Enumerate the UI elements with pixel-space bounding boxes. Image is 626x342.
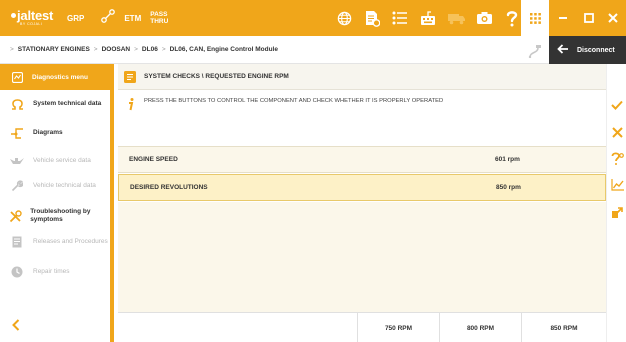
sidebar-item-vehicle-technical-data: Vehicle technical data: [0, 180, 110, 192]
breadcrumb-item-model[interactable]: DL06: [142, 46, 158, 53]
parameter-row[interactable]: ENGINE SPEED 601 rpm: [118, 146, 606, 173]
grid-icon[interactable]: [521, 0, 549, 36]
parameter-value: 601 rpm: [495, 156, 520, 163]
document-settings-icon[interactable]: [360, 0, 384, 36]
link-icon[interactable]: [100, 8, 116, 29]
info-icon: [128, 98, 134, 113]
export-icon[interactable]: [607, 207, 626, 219]
system-checks-icon: [124, 70, 136, 83]
disconnect-label: Disconnect: [577, 46, 615, 54]
sidebar-item-troubleshooting[interactable]: Troubleshooting by symptoms: [0, 208, 110, 224]
breadcrumb-item-system[interactable]: DL06, CAN, Engine Control Module: [170, 46, 278, 53]
breadcrumb-item-brand[interactable]: DOOSAN: [102, 46, 131, 53]
control-buttons-bar: 750 RPM 800 RPM 850 RPM: [118, 312, 606, 342]
top-bar: jaltest BY COJALI GRP ETM PASS THRU: [0, 0, 626, 36]
breadcrumb-item-category[interactable]: STATIONARY ENGINES: [18, 46, 90, 53]
cancel-icon[interactable]: [607, 127, 626, 138]
breadcrumb: > STATIONARY ENGINES > DOOSAN > DL06 > D…: [10, 46, 278, 53]
parameter-name: DESIRED REVOLUTIONS: [130, 184, 208, 191]
clock-icon: [8, 266, 26, 278]
right-toolbar: [606, 64, 626, 342]
parameters-area: [118, 202, 606, 312]
info-text: PRESS THE BUTTONS TO CONTROL THE COMPONE…: [144, 98, 444, 104]
check-icon[interactable]: [607, 100, 626, 110]
sidebar-header[interactable]: Diagnostics menu: [0, 64, 110, 90]
truck-icon[interactable]: [444, 0, 468, 36]
sidebar-item-system-technical-data[interactable]: System technical data: [0, 98, 110, 110]
sidebar-item-vehicle-service-data: Vehicle service data: [0, 156, 110, 166]
close-icon[interactable]: [600, 0, 626, 36]
grp-button[interactable]: GRP: [67, 14, 84, 23]
tools-icon: [8, 209, 23, 223]
panel-header: SYSTEM CHECKS \ REQUESTED ENGINE RPM: [118, 64, 606, 90]
diagram-icon: [8, 127, 26, 139]
sidebar-item-diagrams[interactable]: Diagrams: [0, 127, 110, 139]
wrench-icon: [8, 180, 26, 192]
maximize-icon[interactable]: [576, 0, 602, 36]
connection-status-icon: [528, 44, 542, 63]
pass-thru-button[interactable]: PASS THRU: [150, 11, 168, 25]
chart-icon[interactable]: [607, 179, 626, 191]
globe-icon[interactable]: [332, 0, 356, 36]
sidebar: Diagnostics menu System technical data D…: [0, 64, 114, 342]
jaltest-logo: jaltest BY COJALI: [11, 9, 59, 27]
help-settings-icon[interactable]: [607, 152, 626, 165]
ohm-icon: [8, 98, 26, 110]
rpm-800-button[interactable]: 800 RPM: [440, 313, 522, 342]
list-icon[interactable]: [388, 0, 412, 36]
rpm-850-button[interactable]: 850 RPM: [522, 313, 606, 342]
etm-button[interactable]: ETM: [124, 14, 141, 23]
parameter-name: ENGINE SPEED: [129, 156, 178, 163]
main-panel: SYSTEM CHECKS \ REQUESTED ENGINE RPM PRE…: [118, 64, 606, 342]
oil-can-icon: [8, 156, 26, 166]
parameter-value: 850 rpm: [496, 184, 521, 191]
minimize-icon[interactable]: [550, 0, 576, 36]
sidebar-item-releases-procedures: Releases and Procedures: [0, 236, 110, 248]
disconnect-button[interactable]: Disconnect: [549, 36, 626, 64]
keyboard-icon[interactable]: [416, 0, 440, 36]
info-message: PRESS THE BUTTONS TO CONTROL THE COMPONE…: [118, 90, 606, 146]
camera-icon[interactable]: [472, 0, 496, 36]
rpm-750-button[interactable]: 750 RPM: [358, 313, 440, 342]
sidebar-item-repair-times: Repair times: [0, 266, 110, 278]
diagnostics-icon: [12, 71, 23, 83]
collapse-sidebar-icon[interactable]: [12, 318, 20, 336]
parameter-row-selected[interactable]: DESIRED REVOLUTIONS 850 rpm: [118, 174, 606, 201]
panel-title: SYSTEM CHECKS \ REQUESTED ENGINE RPM: [144, 73, 289, 80]
document-icon: [8, 236, 26, 248]
back-arrow-icon: [557, 44, 569, 56]
